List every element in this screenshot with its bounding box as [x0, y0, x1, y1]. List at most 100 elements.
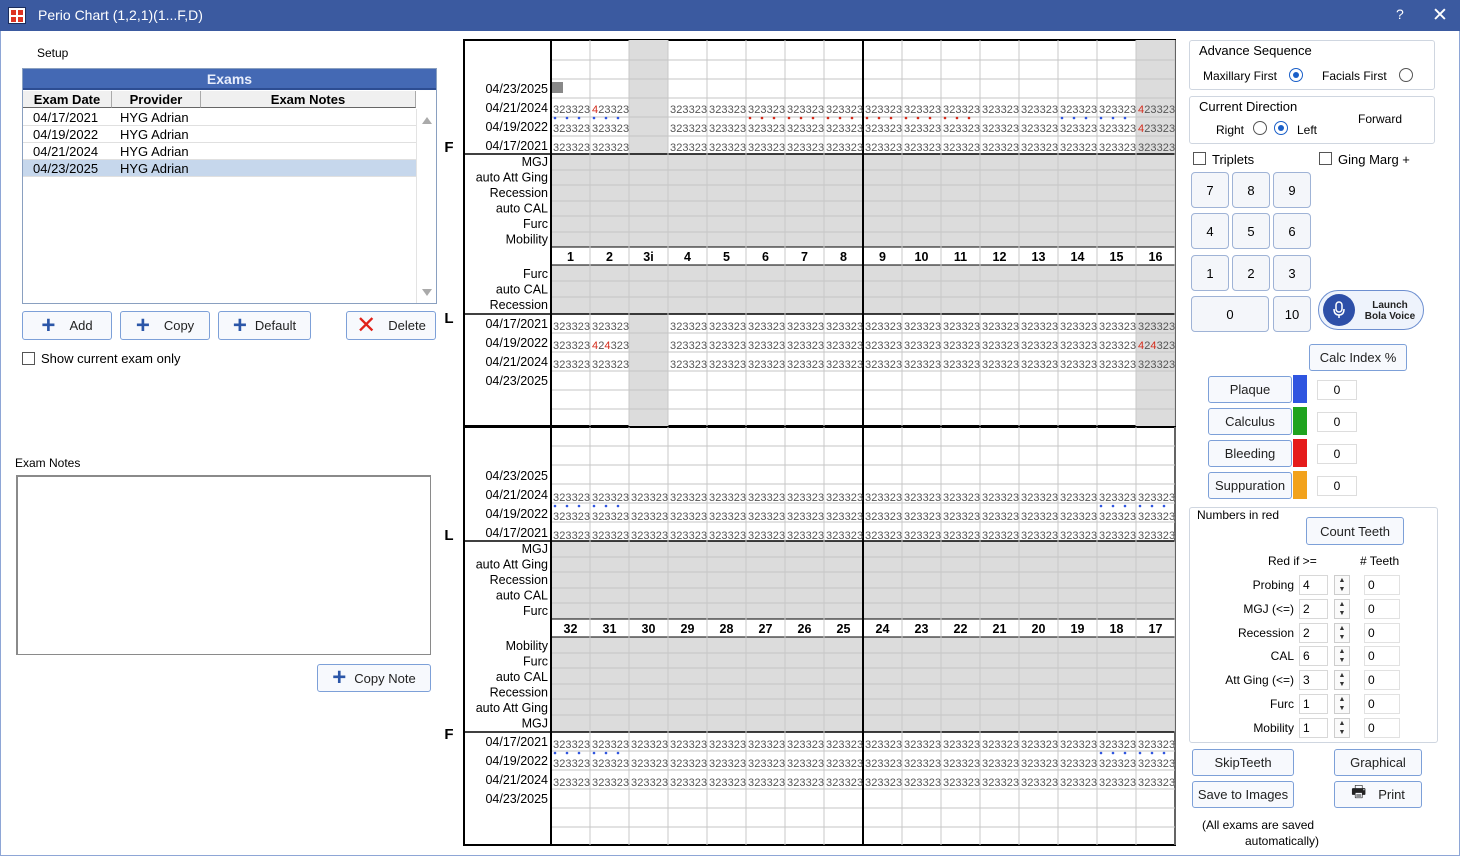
- red-threshold-input[interactable]: 1: [1299, 694, 1328, 714]
- probing-depth: 3: [1118, 104, 1124, 116]
- key-9[interactable]: 9: [1273, 172, 1311, 208]
- red-threshold-input[interactable]: 6: [1299, 646, 1328, 667]
- probing-depth: 3: [857, 142, 863, 154]
- probing-depth: 2: [1046, 492, 1052, 504]
- red-threshold-input[interactable]: 2: [1299, 622, 1328, 643]
- ging-marg-checkbox[interactable]: [1319, 152, 1332, 165]
- plaque-button[interactable]: Plaque: [1208, 376, 1292, 403]
- key-6[interactable]: 6: [1273, 213, 1311, 249]
- measure-row-label: auto CAL: [496, 589, 548, 603]
- print-button[interactable]: 🖶 Print: [1334, 781, 1422, 808]
- probing-depth: 3: [994, 492, 1000, 504]
- probing-depth: 2: [734, 492, 740, 504]
- suppuration-value: 0: [1317, 476, 1357, 496]
- spinner-arrows-icon[interactable]: ▲ ▼: [1334, 670, 1350, 691]
- numbers-in-red-title: Numbers in red: [1197, 508, 1280, 522]
- key-8[interactable]: 8: [1232, 172, 1270, 208]
- count-teeth-button[interactable]: Count Teeth: [1306, 517, 1404, 545]
- probing-depth: 3: [806, 321, 812, 333]
- maxillary-first-radio[interactable]: [1289, 68, 1303, 82]
- suppuration-button[interactable]: Suppuration: [1208, 472, 1292, 499]
- probing-depth: 2: [851, 321, 857, 333]
- probing-depth: 3: [923, 739, 929, 751]
- red-threshold-input[interactable]: 4: [1299, 575, 1328, 595]
- key-5[interactable]: 5: [1232, 213, 1270, 249]
- probing-depth: 3: [1033, 104, 1039, 116]
- probing-depth: 3: [935, 340, 941, 352]
- probing-depth: 3: [857, 777, 863, 789]
- launch-voice-button[interactable]: Launch Bola Voice: [1318, 290, 1424, 330]
- key-4[interactable]: 4: [1191, 213, 1229, 249]
- spinner-arrows-icon[interactable]: ▲ ▼: [1334, 694, 1350, 714]
- probing-depth: 3: [740, 492, 746, 504]
- bleeding-value: 0: [1317, 444, 1357, 464]
- red-threshold-input[interactable]: 1: [1299, 717, 1328, 738]
- probing-depth: 3: [682, 123, 688, 135]
- probing-depth: 3: [584, 104, 590, 116]
- probing-depth: 3: [1072, 359, 1078, 371]
- probing-depth: 3: [767, 104, 773, 116]
- probing-depth: 3: [565, 492, 571, 504]
- bleeding-dot: [1123, 751, 1127, 755]
- probing-depth: 3: [1079, 777, 1085, 789]
- bleeding-dot: [1162, 504, 1166, 508]
- probing-depth: 3: [611, 492, 617, 504]
- exam-date-label: 04/19/2022: [485, 754, 548, 768]
- probing-depth: 2: [578, 104, 584, 116]
- key-10[interactable]: 10: [1273, 296, 1311, 332]
- red-threshold-input[interactable]: 3: [1299, 670, 1328, 691]
- probing-depth: 3: [682, 104, 688, 116]
- probing-depth: 3: [1130, 777, 1136, 789]
- spinner-arrows-icon[interactable]: ▲ ▼: [1334, 622, 1350, 643]
- exam-date-label: 04/21/2024: [485, 773, 548, 787]
- direction-left-radio[interactable]: [1274, 121, 1288, 135]
- spinner-arrows-icon[interactable]: ▲ ▼: [1334, 575, 1350, 595]
- probing-depth: 3: [1040, 340, 1046, 352]
- graphical-button[interactable]: Graphical: [1334, 749, 1422, 776]
- key-7[interactable]: 7: [1191, 172, 1229, 208]
- bleeding-dot: [1084, 116, 1088, 120]
- red-threshold-input[interactable]: 2: [1299, 598, 1328, 619]
- calculus-button[interactable]: Calculus: [1208, 408, 1292, 435]
- probing-depth: 3: [767, 758, 773, 770]
- direction-right-radio[interactable]: [1253, 121, 1267, 135]
- facials-first-radio[interactable]: [1399, 68, 1413, 82]
- probing-depth: 3: [584, 492, 590, 504]
- calc-index-button[interactable]: Calc Index %: [1309, 344, 1407, 371]
- probing-depth: 3: [884, 123, 890, 135]
- key-2[interactable]: 2: [1232, 255, 1270, 291]
- triplets-checkbox[interactable]: [1193, 152, 1206, 165]
- spinner-arrows-icon[interactable]: ▲ ▼: [1334, 646, 1350, 667]
- probing-depth: 3: [611, 340, 617, 352]
- probing-depth: 3: [1111, 777, 1117, 789]
- probing-depth: 3: [721, 777, 727, 789]
- probing-depth: 3: [1013, 492, 1019, 504]
- probing-depth: 3: [923, 530, 929, 542]
- spinner-arrows-icon[interactable]: ▲ ▼: [1334, 717, 1350, 738]
- bleeding-dot: [1099, 116, 1103, 120]
- probing-depth: 3: [565, 123, 571, 135]
- probing-depth: 3: [955, 777, 961, 789]
- probing-depth: 3: [689, 758, 695, 770]
- probing-depth: 3: [1091, 142, 1097, 154]
- probing-depth: 3: [1079, 492, 1085, 504]
- probing-depth: 2: [734, 321, 740, 333]
- probing-depth: 2: [695, 511, 701, 523]
- key-3[interactable]: 3: [1273, 255, 1311, 291]
- probing-depth: 2: [929, 511, 935, 523]
- probing-depth: 2: [773, 359, 779, 371]
- teeth-count-value: 0: [1364, 598, 1400, 619]
- key-1[interactable]: 1: [1191, 255, 1229, 291]
- key-0[interactable]: 0: [1191, 296, 1269, 332]
- bleeding-button[interactable]: Bleeding: [1208, 440, 1292, 467]
- skip-teeth-button[interactable]: SkipTeeth: [1192, 749, 1294, 776]
- bleeding-dot: [1060, 116, 1064, 120]
- probing-depth: 2: [1046, 123, 1052, 135]
- probing-depth: 3: [1033, 492, 1039, 504]
- probing-depth: 3: [923, 340, 929, 352]
- probing-depth: 2: [851, 739, 857, 751]
- spinner-arrows-icon[interactable]: ▲ ▼: [1334, 598, 1350, 619]
- probing-depth: 3: [1001, 142, 1007, 154]
- save-to-images-button[interactable]: Save to Images: [1192, 781, 1294, 808]
- teeth-count-value: 0: [1364, 622, 1400, 643]
